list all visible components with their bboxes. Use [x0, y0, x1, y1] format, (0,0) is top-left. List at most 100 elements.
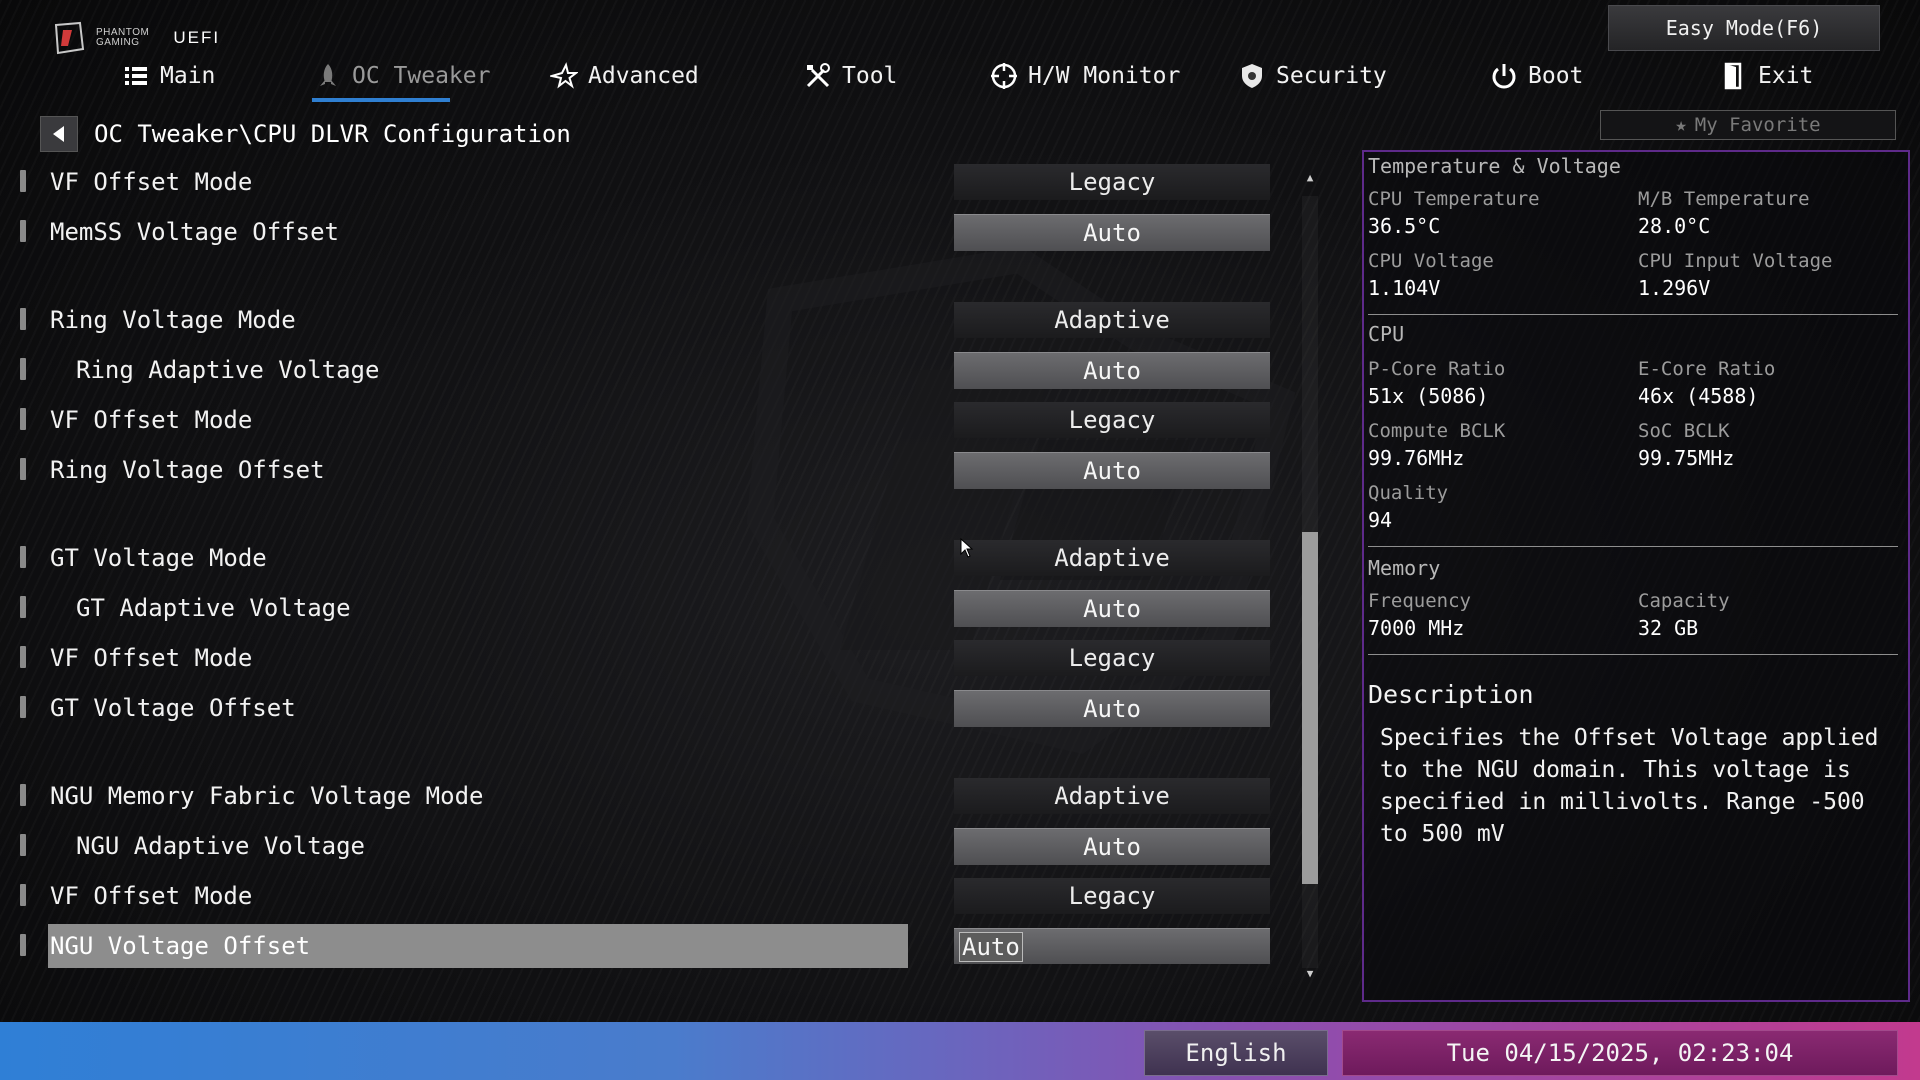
- setting-input[interactable]: Auto: [954, 828, 1270, 865]
- breadcrumb: OC Tweaker\CPU DLVR Configuration: [40, 116, 571, 152]
- uefi-label: UEFI: [173, 28, 221, 47]
- setting-input[interactable]: Auto: [954, 214, 1270, 251]
- row-bullet-icon: [20, 546, 26, 568]
- my-favorite-label: My Favorite: [1694, 114, 1821, 136]
- tab-exit[interactable]: Exit: [1720, 56, 1813, 96]
- scroll-up-button[interactable]: ▲: [1302, 170, 1318, 186]
- easy-mode-button[interactable]: Easy Mode(F6): [1608, 5, 1880, 51]
- rocket-icon: [320, 64, 336, 86]
- tab-boot-label: Boot: [1528, 63, 1584, 89]
- setting-row[interactable]: GT Voltage Mode Adaptive: [0, 536, 1280, 580]
- tab-tool[interactable]: Tool: [804, 56, 897, 96]
- setting-label: GT Voltage Mode: [50, 544, 267, 572]
- power-icon: [1492, 64, 1516, 89]
- setting-row[interactable]: Ring Adaptive Voltage Auto: [0, 348, 1280, 392]
- row-bullet-icon: [20, 934, 26, 956]
- setting-row[interactable]: Ring Voltage Offset Auto: [0, 448, 1280, 492]
- mb-temperature-value: 28.0°C: [1638, 214, 1711, 238]
- setting-row[interactable]: GT Voltage Offset Auto: [0, 686, 1280, 730]
- scroll-down-button[interactable]: ▼: [1302, 966, 1318, 982]
- tab-boot[interactable]: Boot: [1490, 56, 1583, 96]
- datetime-display: Tue 04/15/2025, 02:23:04: [1342, 1030, 1898, 1076]
- setting-row[interactable]: VF Offset Mode Legacy: [0, 398, 1280, 442]
- tab-security[interactable]: Security: [1238, 56, 1387, 96]
- memory-frequency: Frequency 7000 MHz: [1368, 588, 1638, 642]
- e-core-ratio-value: 46x (4588): [1638, 384, 1759, 408]
- quality-value: 94: [1368, 508, 1393, 532]
- divider: [1368, 546, 1898, 547]
- mb-temperature-label: M/B Temperature: [1638, 188, 1810, 210]
- setting-value: Adaptive: [1054, 306, 1170, 334]
- setting-value: Auto: [1083, 595, 1141, 623]
- exit-door-icon: [1724, 62, 1742, 90]
- cpu-voltage-label: CPU Voltage: [1368, 250, 1494, 272]
- breadcrumb-path: OC Tweaker\CPU DLVR Configuration: [94, 120, 571, 148]
- tab-main[interactable]: Main: [122, 56, 215, 96]
- setting-input[interactable]: Auto: [954, 928, 1270, 964]
- cpu-section-title: CPU: [1368, 322, 1405, 346]
- setting-dropdown[interactable]: Adaptive: [954, 540, 1270, 576]
- quality: Quality 94: [1368, 480, 1638, 534]
- setting-row[interactable]: MemSS Voltage Offset Auto: [0, 210, 1280, 254]
- setting-dropdown[interactable]: Legacy: [954, 640, 1270, 676]
- setting-row[interactable]: NGU Voltage Offset Auto: [0, 924, 1280, 968]
- p-core-ratio: P-Core Ratio 51x (5086): [1368, 356, 1638, 410]
- cpu-temperature-label: CPU Temperature: [1368, 188, 1540, 210]
- setting-row[interactable]: VF Offset Mode Legacy: [0, 874, 1280, 918]
- setting-dropdown[interactable]: Adaptive: [954, 778, 1270, 814]
- setting-input[interactable]: Auto: [954, 452, 1270, 489]
- setting-input[interactable]: Auto: [954, 690, 1270, 727]
- language-button[interactable]: English: [1144, 1030, 1328, 1076]
- cpu-voltage: CPU Voltage 1.104V: [1368, 248, 1638, 302]
- setting-row[interactable]: VF Offset Mode Legacy: [0, 160, 1280, 204]
- setting-row[interactable]: NGU Memory Fabric Voltage Mode Adaptive: [0, 774, 1280, 818]
- setting-value: Legacy: [1068, 644, 1156, 672]
- quality-label: Quality: [1368, 482, 1449, 504]
- tab-advanced[interactable]: Advanced: [550, 56, 699, 96]
- setting-value: Legacy: [1068, 168, 1156, 196]
- tab-hw-monitor[interactable]: H/W Monitor: [990, 56, 1180, 96]
- tab-advanced-label: Advanced: [588, 63, 699, 89]
- row-bullet-icon: [20, 646, 26, 668]
- setting-dropdown[interactable]: Legacy: [954, 402, 1270, 438]
- setting-value: Legacy: [1068, 406, 1156, 434]
- setting-value: Auto: [1083, 357, 1141, 385]
- cpu-temperature-value: 36.5°C: [1368, 214, 1441, 238]
- row-bullet-icon: [20, 358, 26, 380]
- memory-capacity-value: 32 GB: [1638, 616, 1699, 640]
- brand-line2: GAMING: [96, 37, 140, 48]
- setting-value: Auto: [1083, 833, 1141, 861]
- phantom-gaming-logo-icon: [54, 21, 85, 55]
- setting-input[interactable]: Auto: [954, 590, 1270, 627]
- setting-value: Legacy: [1068, 882, 1156, 910]
- back-button[interactable]: [40, 116, 78, 152]
- memory-frequency-value: 7000 MHz: [1368, 616, 1465, 640]
- crosshair-icon: [991, 63, 1017, 89]
- row-bullet-icon: [20, 458, 26, 480]
- description-text: Specifies the Offset Voltage applied to …: [1380, 725, 1879, 847]
- scrollbar-thumb[interactable]: [1302, 532, 1318, 884]
- tab-exit-label: Exit: [1758, 63, 1814, 89]
- tab-tool-label: Tool: [842, 63, 898, 89]
- setting-dropdown[interactable]: Adaptive: [954, 302, 1270, 338]
- setting-row[interactable]: VF Offset Mode Legacy: [0, 636, 1280, 680]
- row-bullet-icon: [20, 220, 26, 242]
- row-bullet-icon: [20, 834, 26, 856]
- setting-dropdown[interactable]: Legacy: [954, 164, 1270, 200]
- setting-dropdown[interactable]: Legacy: [954, 878, 1270, 914]
- memory-capacity: Capacity 32 GB: [1638, 588, 1908, 642]
- setting-value: Auto: [1083, 695, 1141, 723]
- setting-label: NGU Voltage Offset: [48, 924, 908, 968]
- row-bullet-icon: [20, 308, 26, 330]
- setting-row[interactable]: Ring Voltage Mode Adaptive: [0, 298, 1280, 342]
- setting-row[interactable]: NGU Adaptive Voltage Auto: [0, 824, 1280, 868]
- setting-row[interactable]: GT Adaptive Voltage Auto: [0, 586, 1280, 630]
- setting-label: VF Offset Mode: [50, 644, 253, 672]
- tab-oc-tweaker[interactable]: OC Tweaker: [314, 56, 490, 96]
- setting-value: Auto: [1083, 219, 1141, 247]
- row-bullet-icon: [20, 784, 26, 806]
- setting-input[interactable]: Auto: [954, 352, 1270, 389]
- row-bullet-icon: [20, 696, 26, 718]
- my-favorite-button[interactable]: ★ My Favorite: [1600, 110, 1896, 140]
- memory-capacity-label: Capacity: [1638, 590, 1730, 612]
